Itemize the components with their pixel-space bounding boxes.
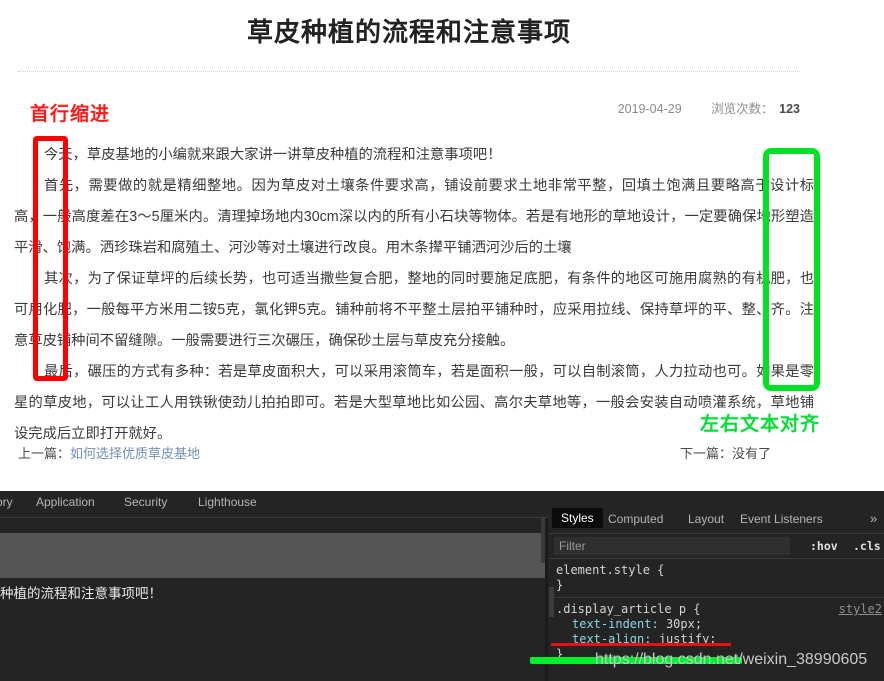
css-source-link[interactable]: style2 (839, 602, 884, 617)
article-body: 今天，草皮基地的小编就来跟大家讲一讲草皮种植的流程和注意事项吧！ 首先，需要做的… (14, 140, 814, 450)
prev-article-link[interactable]: 如何选择优质草皮基地 (70, 446, 200, 461)
next-article-label: 下一篇： (680, 446, 733, 461)
prev-article-label: 上一篇： (18, 446, 71, 461)
annotation-underline-text-indent (551, 643, 731, 646)
article-paragraph: 今天，草皮基地的小编就来跟大家讲一讲草皮种植的流程和注意事项吧！ (44, 147, 502, 163)
cls-toggle-button[interactable]: .cls (853, 539, 881, 553)
page-title: 草皮种植的流程和注意事项 (246, 17, 571, 47)
devtools-tab-security[interactable]: Security (124, 495, 167, 509)
publish-date: 2019-04-29 (617, 102, 682, 116)
styles-filter-input[interactable] (554, 537, 790, 555)
next-article: 下一篇：没有了 (680, 443, 771, 462)
devtools-tab-application[interactable]: Application (36, 495, 95, 509)
devtools-tab-lighthouse[interactable]: Lighthouse (198, 495, 257, 509)
article-paragraph: 首先，需要做的就是精细整地。因为草皮对土壤条件要求高，铺设前要求土地非常平整，回… (14, 178, 814, 256)
article-meta: 2019-04-29 浏览次数： 123 (0, 98, 800, 117)
devtools-dom-tree[interactable]: 种植的流程和注意事项吧！ (0, 518, 545, 681)
annotation-label-text-indent: 首行缩进 (30, 104, 111, 125)
article-paragraph: 最后，碾压的方式有多种：若是草皮面积大，可以采用滚筒车，若是面积一般，可以自制滚… (14, 364, 814, 442)
dom-selected-row-highlight (0, 533, 545, 578)
chevron-double-right-icon[interactable]: » (870, 511, 877, 526)
tab-computed[interactable]: Computed (608, 512, 663, 526)
tab-styles[interactable]: Styles (552, 508, 603, 528)
hov-toggle-button[interactable]: :hov (810, 539, 838, 553)
devtools-tab-memory[interactable]: ory (0, 495, 13, 509)
css-rule1-close-brace: } (556, 578, 564, 592)
tab-event-listeners[interactable]: Event Listeners (740, 512, 823, 526)
tab-layout[interactable]: Layout (688, 512, 724, 526)
css-selector-row: style2 .display_article p { (556, 602, 884, 617)
header-divider (18, 71, 800, 72)
css-property-text-indent[interactable]: text-indent: (556, 617, 659, 632)
watermark: https://blog.csdn.net/weixin_38990605 (595, 651, 868, 668)
next-article-value: 没有了 (732, 446, 772, 461)
views-count: 123 (779, 102, 800, 116)
css-declaration-text-indent[interactable]: text-indent: 30px; (556, 617, 884, 632)
styles-scrollbar[interactable] (549, 587, 554, 617)
article-page: 草皮种植的流程和注意事项 2019-04-29 浏览次数： 123 首行缩进 左… (0, 0, 884, 491)
views-label: 浏览次数： (711, 102, 774, 116)
styles-filter-bar: :hov .cls (548, 534, 884, 559)
dom-selected-node-text: 种植的流程和注意事项吧！ (0, 586, 162, 601)
prev-article: 上一篇：如何选择优质草皮基地 (18, 443, 200, 462)
css-value-text-indent[interactable]: 30px; (666, 617, 702, 631)
styles-sidebar-tabbar: Styles Computed Layout Event Listeners » (548, 507, 884, 534)
article-paragraph: 其次，为了保证草坪的后续长势，也可适当撒些复合肥，整地的同时要施足底肥，有条件的… (14, 271, 814, 349)
css-rule-element-style[interactable]: element.style { } (548, 559, 884, 593)
css-selector-element-style: element.style { (556, 563, 665, 577)
css-selector-display-article-p: .display_article p { (556, 602, 701, 616)
